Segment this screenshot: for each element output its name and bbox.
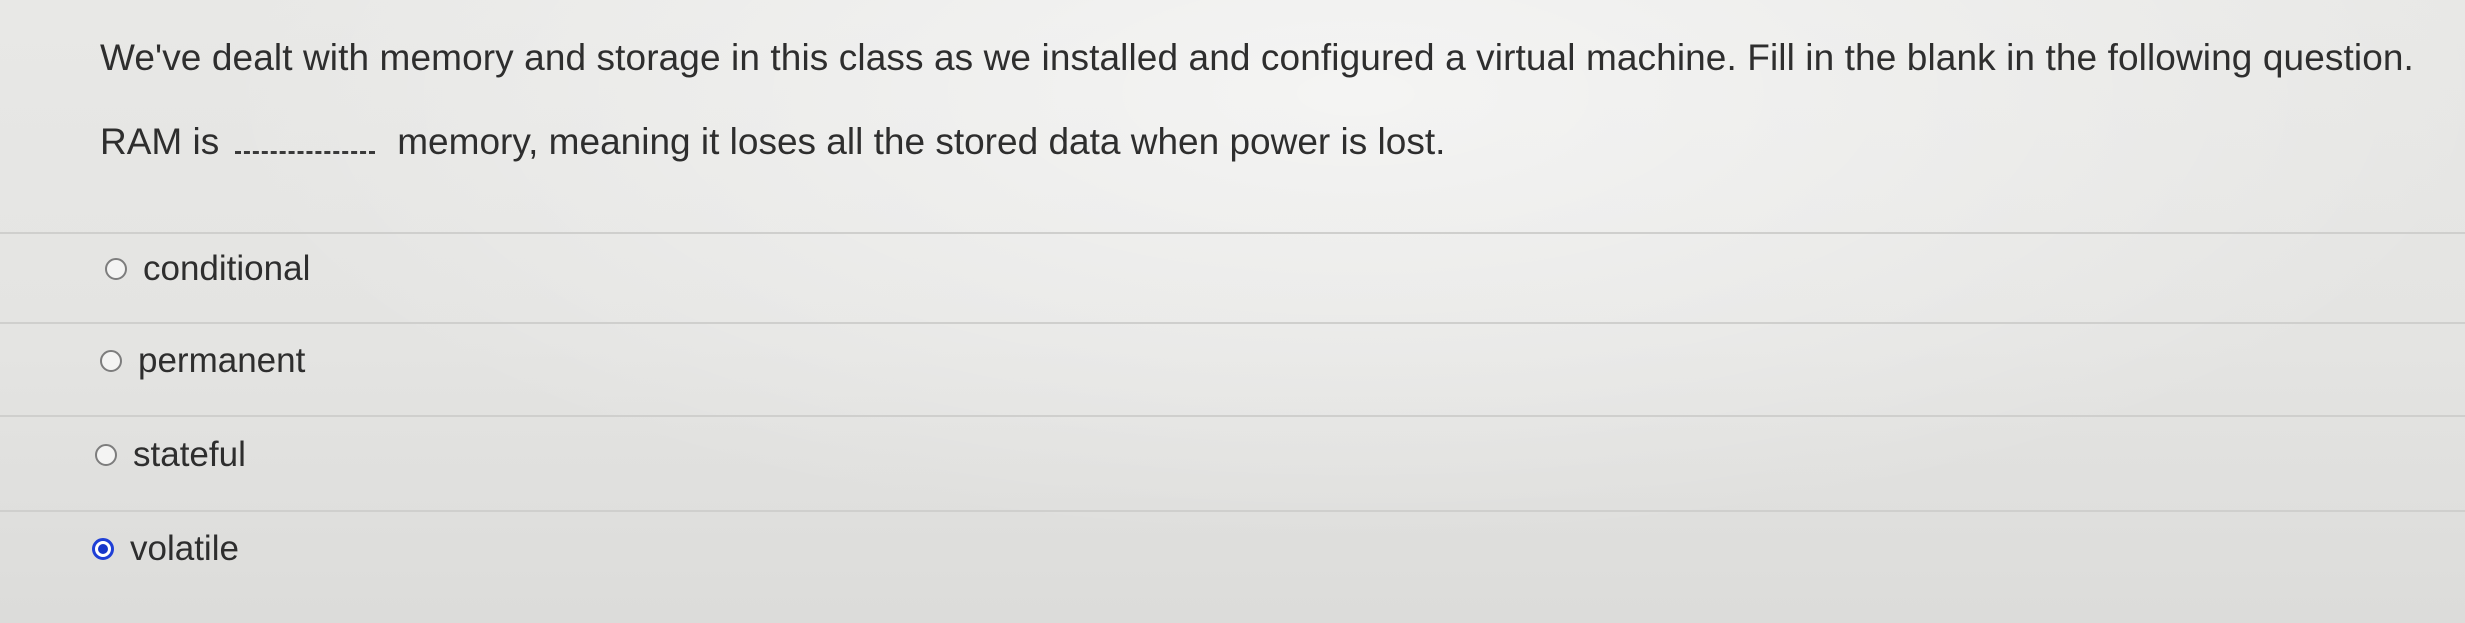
question-text-after: memory, meaning it loses all the stored … xyxy=(397,121,1446,162)
radio-button-selected[interactable] xyxy=(92,538,114,560)
divider xyxy=(0,510,2465,512)
answer-option-label: volatile xyxy=(130,529,239,568)
question-text: RAM is memory, meaning it loses all the s… xyxy=(100,118,1445,166)
answer-option-volatile[interactable]: volatile xyxy=(92,527,239,571)
divider xyxy=(0,232,2465,234)
answer-option-stateful[interactable]: stateful xyxy=(95,433,246,477)
radio-button[interactable] xyxy=(95,444,117,466)
answer-option-permanent[interactable]: permanent xyxy=(100,339,305,383)
radio-button[interactable] xyxy=(105,258,127,280)
divider xyxy=(0,415,2465,417)
question-text-before: RAM is xyxy=(100,121,220,162)
quiz-page: We've dealt with memory and storage in t… xyxy=(0,0,2465,623)
fill-in-blank xyxy=(235,121,376,154)
answer-option-label: stateful xyxy=(133,435,246,474)
radio-button[interactable] xyxy=(100,350,122,372)
divider xyxy=(0,322,2465,324)
answer-option-label: conditional xyxy=(143,249,311,288)
question-prompt: We've dealt with memory and storage in t… xyxy=(100,37,2414,78)
answer-option-label: permanent xyxy=(138,341,306,380)
answer-option-conditional[interactable]: conditional xyxy=(105,247,310,291)
